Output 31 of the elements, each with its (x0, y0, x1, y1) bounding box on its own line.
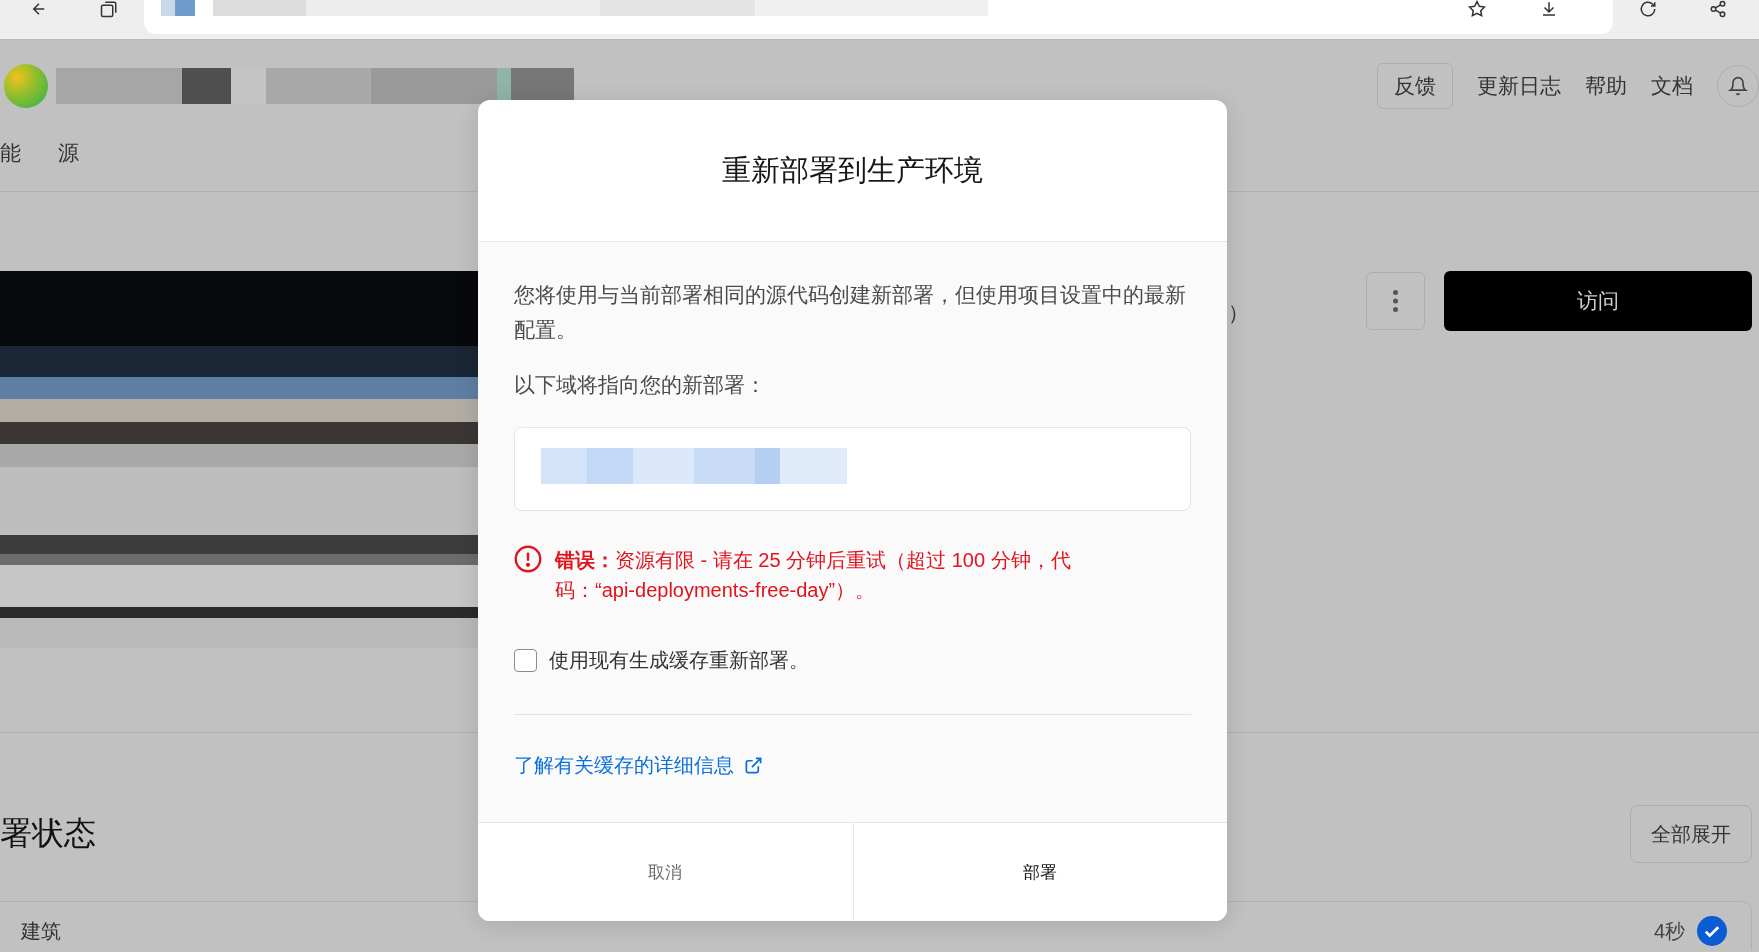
more-vertical-icon (1393, 290, 1398, 312)
reload-icon[interactable] (1639, 0, 1657, 18)
star-icon[interactable] (1468, 0, 1486, 18)
deployment-text: ） (1228, 300, 1249, 326)
deploy-button[interactable]: 部署 (852, 823, 1227, 921)
share-icon[interactable] (1709, 0, 1727, 18)
nav-tab[interactable]: 能 (0, 138, 21, 167)
step-duration: 4秒 (1653, 918, 1685, 944)
download-icon[interactable] (1540, 0, 1558, 18)
blurred-favicon (161, 0, 195, 16)
tabs-icon[interactable] (100, 0, 118, 18)
header-link[interactable]: 更新日志 (1477, 72, 1561, 100)
step-label: 建筑 (21, 918, 61, 944)
error-message: 错误：资源有限 - 请在 25 分钟后重试（超过 100 分钟，代码：“api-deployments-free-day”）。 (555, 548, 1072, 603)
visit-button[interactable]: 访问 (1444, 271, 1752, 331)
learn-more-link[interactable]: 了解有关缓存的详细信息 (514, 750, 734, 780)
bell-icon (1728, 76, 1748, 96)
dialog-title: 重新部署到生产环境 (722, 152, 983, 188)
expand-all-button[interactable]: 全部展开 (1630, 805, 1752, 863)
checkbox-label[interactable]: 使用现有生成缓存重新部署。 (549, 646, 809, 674)
external-link-icon[interactable] (744, 755, 763, 775)
header-link[interactable]: 帮助 (1585, 72, 1627, 100)
feedback-button[interactable]: 反馈 (1377, 63, 1453, 109)
cancel-button[interactable]: 取消 (478, 823, 853, 921)
dialog-description: 您将使用与当前部署相同的源代码创建新部署，但使用项目设置中的最新配置。 (514, 282, 1187, 343)
error-icon (514, 545, 542, 573)
section-heading: 署状态 (0, 814, 96, 853)
nav-tab[interactable]: 源 (58, 138, 79, 167)
domains-label: 以下域将指向您的新部署： (514, 372, 767, 398)
header-link[interactable]: 文档 (1651, 72, 1693, 100)
checkbox[interactable] (514, 648, 537, 672)
